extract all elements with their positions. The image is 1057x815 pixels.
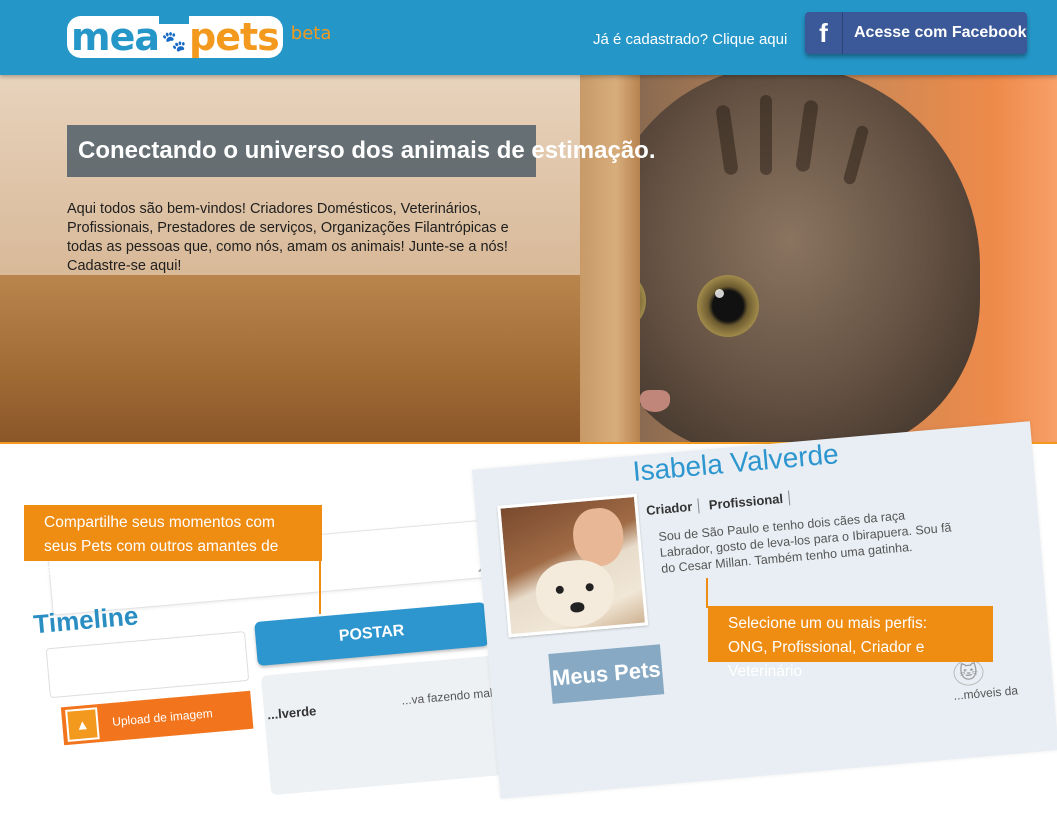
role-profissional: Profissional — [708, 490, 791, 513]
hero-title: Conectando o universo dos animais de est… — [67, 125, 656, 177]
callout-right-line2: ONG, Profissional, Criador e Veterinário — [728, 639, 925, 680]
cat-image — [584, 75, 980, 443]
callout-share-moments: Compartilhe seus momentos com seus Pets … — [24, 505, 322, 579]
logo-mea: mea — [67, 16, 160, 58]
upload-image-button[interactable]: ▲ Upload de imagem — [60, 690, 254, 746]
role-criador: Criador — [645, 498, 700, 518]
callout-select-profiles: Selecione um ou mais perfis: ONG, Profis… — [708, 606, 993, 680]
photo-dog — [533, 557, 617, 630]
upload-image-label: Upload de imagem — [111, 706, 214, 729]
hero-post — [580, 75, 640, 443]
login-link[interactable]: Já é cadastrado? Clique aqui — [593, 31, 787, 48]
cat-nose — [640, 390, 670, 412]
facebook-icon: f — [805, 12, 843, 54]
profile-photo — [497, 493, 649, 638]
profile-snippet: ...móveis da — [952, 683, 1019, 703]
logo-beta-badge: beta — [290, 23, 332, 44]
timeline-title: Timeline — [32, 600, 140, 640]
callout-left-pointer — [319, 561, 321, 614]
cat-eye-right — [697, 275, 759, 337]
profile-roles: Criador Profissional — [645, 490, 797, 518]
facebook-button-label: Acesse com Facebook — [854, 24, 1027, 41]
post-input[interactable] — [45, 631, 250, 699]
logo-pets: pets — [189, 16, 283, 58]
callout-right-pointer — [706, 578, 708, 608]
facebook-login-button[interactable]: f Acesse com Facebook — [805, 12, 1027, 54]
hero-shelf — [0, 275, 645, 443]
hero-text: Aqui todos são bem-vindos! Criadores Dom… — [67, 201, 509, 274]
paw-icon: 🐾 — [159, 24, 190, 58]
image-icon: ▲ — [65, 707, 100, 742]
meapets-logo[interactable]: mea 🐾 pets beta — [67, 12, 331, 58]
photo-person — [570, 506, 626, 569]
timeline-post-panel — [260, 655, 507, 796]
meus-pets-tab[interactable]: Meus Pets — [548, 644, 665, 704]
post-button[interactable]: POSTAR — [254, 601, 490, 667]
top-header: mea 🐾 pets beta Já é cadastrado? Clique … — [0, 0, 1057, 75]
callout-right-line1: Selecione um ou mais perfis: — [728, 615, 928, 632]
timeline-mockup: ◢ Timeline POSTAR ▲ Upload de imagem ...… — [20, 428, 522, 796]
hero-banner: Conectando o universo dos animais de est… — [0, 75, 1057, 443]
profile-bio: Sou de São Paulo e tenho dois cães da ra… — [657, 508, 953, 576]
